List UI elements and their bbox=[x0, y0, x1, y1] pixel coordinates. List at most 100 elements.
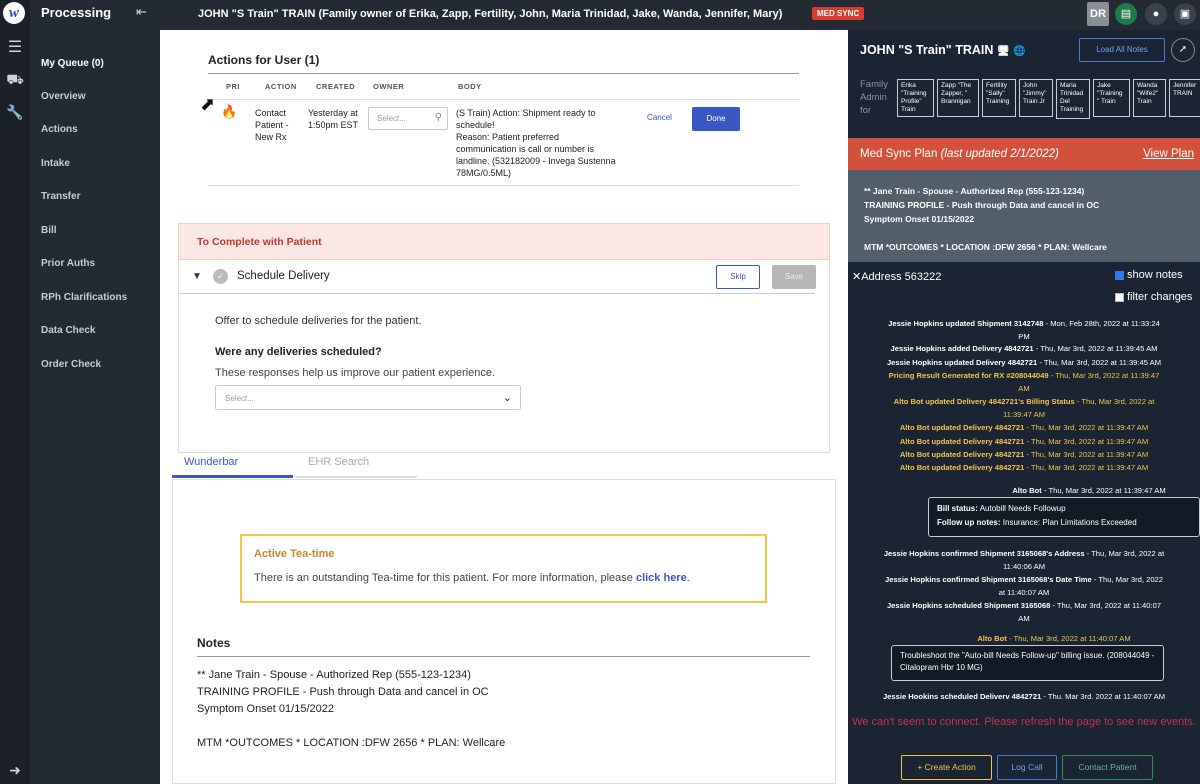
nav-actions[interactable]: Actions bbox=[41, 124, 78, 135]
event-row: Jessie Hookins scheduled Deliverv 484272… bbox=[848, 690, 1200, 703]
event-row: Alto Bot updated Delivery 4842721 - Thu,… bbox=[848, 435, 1200, 448]
close-icon[interactable]: ✕ bbox=[852, 271, 861, 283]
help-text: These responses help us improve our pati… bbox=[215, 367, 496, 379]
note-line bbox=[197, 718, 505, 735]
create-action-button[interactable]: + Create Action bbox=[901, 755, 992, 780]
nav-overview[interactable]: Overview bbox=[41, 91, 85, 102]
contact-patient-button[interactable]: Contact Patient bbox=[1062, 755, 1153, 780]
med-sync-plan-bar: Med Sync Plan (last updated 2/1/2022) Vi… bbox=[848, 138, 1200, 170]
event-time: - Mon, Feb 28th, 2022 at 11:33:24 bbox=[1043, 319, 1160, 328]
event-time: PM bbox=[1018, 332, 1030, 341]
show-notes-checkbox[interactable] bbox=[1115, 271, 1124, 280]
family-member[interactable]: Maria Trinidad Del Training bbox=[1056, 79, 1090, 119]
divider bbox=[208, 73, 799, 74]
event-row: Jessie Hopkins confirmed Shipment 316506… bbox=[848, 547, 1200, 560]
event-time: AM bbox=[1018, 384, 1030, 393]
filter-changes-label: filter changes bbox=[1127, 291, 1193, 303]
caret-down-icon[interactable]: ▼ bbox=[192, 271, 202, 282]
avatar[interactable]: DR bbox=[1087, 2, 1109, 26]
event-row: Jessie Hopkins updated Delivery 4842721 … bbox=[848, 356, 1200, 369]
event-actor: Alto Bot updated Delivery 4842721 bbox=[899, 437, 1025, 446]
bill-status-label: Bill status: bbox=[937, 504, 978, 513]
click-here-link[interactable]: click here bbox=[636, 572, 687, 584]
family-member[interactable]: Fertility "Sally" Training bbox=[982, 79, 1016, 117]
tab-wunderbar[interactable]: Wunderbar bbox=[184, 456, 238, 468]
bill-status-card: Bill status: Autobill Needs Followup Fol… bbox=[928, 497, 1200, 537]
event-actor: Jessie Hopkins scheduled Shipment 316506… bbox=[886, 601, 1051, 610]
col-owner: OWNER bbox=[373, 82, 405, 91]
view-plan-link[interactable]: View Plan bbox=[1143, 148, 1194, 160]
tab-underline bbox=[172, 475, 293, 478]
fire-icon: 🔥 bbox=[221, 104, 238, 119]
skip-button[interactable]: Skip bbox=[716, 265, 760, 289]
plan-line: Symptom Onset 01/15/2022 bbox=[864, 214, 975, 224]
filter-changes-checkbox[interactable] bbox=[1115, 293, 1124, 302]
lock-icon[interactable]: ▣ bbox=[1174, 3, 1196, 25]
collapse-icon[interactable]: ⇤ bbox=[136, 4, 147, 20]
chevron-down-icon: ⌄ bbox=[502, 392, 512, 404]
wrench-icon[interactable]: 🔧 bbox=[0, 104, 30, 121]
sidebar-title: Processing bbox=[41, 5, 112, 20]
family-member[interactable]: Jennifer TRAIN bbox=[1169, 79, 1200, 117]
event-time: - Thu, Mar 3rd, 2022 at 11:39:45 AM bbox=[1033, 344, 1158, 353]
logo-icon[interactable]: w bbox=[3, 2, 25, 24]
logout-icon[interactable]: ➜ bbox=[0, 762, 30, 779]
event-actor: Jessie Hopkins confirmed Shipment 316506… bbox=[885, 575, 1092, 584]
event-row: Alto Bot updated Delivery 4842721 - Thu,… bbox=[848, 421, 1200, 434]
tab-ehr-search[interactable]: EHR Search bbox=[308, 456, 369, 468]
divider bbox=[208, 99, 799, 100]
sidebar: Processing ⇤ My Queue (0) Overview Actio… bbox=[30, 0, 160, 784]
nav-intake[interactable]: Intake bbox=[41, 158, 70, 169]
event-time: - Thu, Mar 3rd, 2022 at 11:40:07 AM bbox=[1006, 634, 1131, 643]
notes-title: Notes bbox=[197, 636, 231, 650]
family-member[interactable]: Jake "Training " Train bbox=[1093, 79, 1130, 117]
save-button[interactable]: Save bbox=[772, 265, 816, 289]
col-created: CREATED bbox=[316, 82, 356, 91]
nav-prior-auths[interactable]: Prior Auths bbox=[41, 258, 95, 269]
owner-select[interactable]: Select... ⚲ bbox=[368, 107, 448, 130]
pin-icon[interactable]: ➚ bbox=[1171, 38, 1195, 62]
event-actor: Jessie Hookins scheduled Deliverv 484272… bbox=[882, 692, 1042, 701]
note-line: ** Jane Train - Spouse - Authorized Rep … bbox=[197, 669, 471, 681]
nav-bill[interactable]: Bill bbox=[41, 225, 57, 236]
deliveries-select[interactable]: Select... ⌄ bbox=[215, 385, 521, 410]
truck-icon[interactable]: ⛟ bbox=[0, 71, 30, 90]
deliveries-question: Were any deliveries scheduled? bbox=[215, 346, 382, 358]
event-row: Alto Bot - Thu, Mar 3rd, 2022 at 11:39:4… bbox=[848, 484, 1200, 497]
event-actor: Alto Bot bbox=[977, 634, 1007, 643]
family-member[interactable]: Wanda "Wife2" Train bbox=[1133, 79, 1166, 117]
med-sync-updated: (last updated 2/1/2022) bbox=[940, 148, 1059, 160]
nav-order-check[interactable]: Order Check bbox=[41, 359, 101, 370]
family-member[interactable]: John "Jimmy" Train Jr bbox=[1019, 79, 1053, 117]
bot-note-card: Troubleshoot the "Auto-bill Needs Follow… bbox=[891, 645, 1164, 681]
nav-my-queue[interactable]: My Queue (0) bbox=[41, 58, 104, 69]
event-time: - Thu, Mar 3rd, 2022 bbox=[1091, 575, 1163, 584]
family-member[interactable]: Zapp "The Zapper, " Brannigan bbox=[937, 79, 979, 117]
actions-title: Actions for User (1) bbox=[208, 53, 320, 67]
done-button[interactable]: Done bbox=[692, 107, 740, 131]
icon-rail: w ☰ ⛟ 🔧 ➜ bbox=[0, 0, 30, 784]
event-time: - Thu. Mar 3rd. 2022 at 11:40:07 AM bbox=[1041, 692, 1166, 701]
cancel-button[interactable]: Cancel bbox=[637, 112, 682, 124]
chat-icon[interactable]: ● bbox=[1145, 3, 1167, 25]
deliveries-placeholder: Select... bbox=[225, 394, 254, 403]
med-sync-badge: MED SYNC bbox=[812, 7, 865, 20]
nav-rph-clarifications[interactable]: RPh Clarifications bbox=[41, 292, 127, 303]
event-time: - Thu, Mar 3rd, 2022 at 11:39:47 bbox=[1048, 371, 1160, 380]
event-time: - Thu, Mar 3rd, 2022 at 11:39:47 AM bbox=[1024, 423, 1149, 432]
event-row: 11:39:47 AM bbox=[848, 408, 1200, 421]
panel-title: JOHN "S Train" TRAIN 🖥 🌐 bbox=[860, 43, 1026, 57]
plan-line: MTM *OUTCOMES * LOCATION :DFW 2656 * PLA… bbox=[864, 242, 1107, 252]
log-call-button[interactable]: Log Call bbox=[997, 755, 1057, 780]
check-circle-icon[interactable]: ✓ bbox=[213, 269, 228, 284]
divider bbox=[179, 293, 815, 294]
nav-transfer[interactable]: Transfer bbox=[41, 191, 80, 202]
document-icon[interactable]: ▤ bbox=[1115, 3, 1137, 25]
family-member[interactable]: Erika "Training Profile" Train bbox=[897, 79, 934, 117]
nav-data-check[interactable]: Data Check bbox=[41, 325, 95, 336]
load-all-notes-button[interactable]: Load All Notes bbox=[1079, 38, 1165, 62]
tea-time-alert: Active Tea-time There is an outstanding … bbox=[240, 534, 767, 603]
connection-error: We can't seem to connect. Please refresh… bbox=[852, 716, 1196, 728]
event-actor: Alto Bot updated Delivery 4842721 bbox=[899, 423, 1025, 432]
menu-icon[interactable]: ☰ bbox=[0, 37, 30, 57]
